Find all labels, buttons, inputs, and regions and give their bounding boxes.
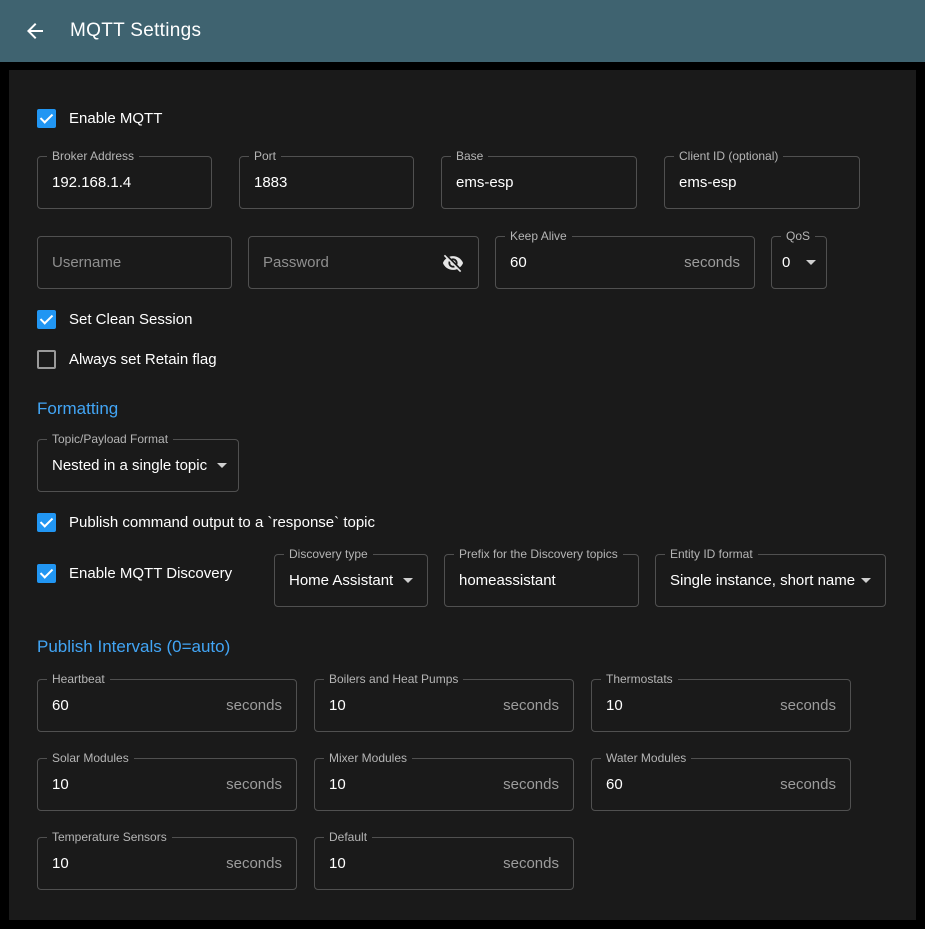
field-label: Heartbeat xyxy=(47,672,110,686)
field-placeholder: Password xyxy=(263,254,329,271)
interval-field-mixer[interactable]: Mixer Modules 10 seconds xyxy=(314,758,574,811)
page-title: MQTT Settings xyxy=(70,20,201,42)
checkbox-checked-icon xyxy=(37,310,56,329)
discovery-prefix-field[interactable]: Prefix for the Discovery topics homeassi… xyxy=(444,554,639,607)
client-id-field[interactable]: Client ID (optional) ems-esp xyxy=(664,156,860,209)
checkbox-label: Set Clean Session xyxy=(69,311,192,328)
interval-field-heartbeat[interactable]: Heartbeat 60 seconds xyxy=(37,679,297,732)
field-value: 10 xyxy=(329,776,346,793)
field-label: Client ID (optional) xyxy=(674,149,783,163)
field-value: 192.168.1.4 xyxy=(52,174,131,191)
dropdown-arrow-icon xyxy=(861,578,871,583)
interval-field-solar[interactable]: Solar Modules 10 seconds xyxy=(37,758,297,811)
field-label: Broker Address xyxy=(47,149,139,163)
visibility-off-icon[interactable] xyxy=(442,252,464,274)
topic-payload-format-select[interactable]: Topic/Payload Format Nested in a single … xyxy=(37,439,239,492)
checkbox-checked-icon xyxy=(37,564,56,583)
field-suffix: seconds xyxy=(780,776,836,793)
field-label: Boilers and Heat Pumps xyxy=(324,672,463,686)
field-label: Water Modules xyxy=(601,751,691,765)
field-suffix: seconds xyxy=(503,697,559,714)
field-suffix: seconds xyxy=(503,776,559,793)
field-placeholder: Username xyxy=(52,254,121,271)
app-bar: MQTT Settings xyxy=(0,0,925,62)
checkbox-label: Enable MQTT Discovery xyxy=(69,565,232,582)
field-label: Temperature Sensors xyxy=(47,830,172,844)
field-value: 10 xyxy=(52,776,69,793)
formatting-heading: Formatting xyxy=(37,399,888,421)
interval-field-temperature[interactable]: Temperature Sensors 10 seconds xyxy=(37,837,297,890)
field-value: 60 xyxy=(606,776,623,793)
select-value: Single instance, short name xyxy=(670,572,855,589)
field-value: 60 xyxy=(52,697,69,714)
select-value: 0 xyxy=(782,254,790,271)
password-field[interactable]: Password xyxy=(248,236,479,289)
broker-address-field[interactable]: Broker Address 192.168.1.4 xyxy=(37,156,212,209)
interval-field-default[interactable]: Default 10 seconds xyxy=(314,837,574,890)
field-value: 10 xyxy=(329,697,346,714)
field-label: Port xyxy=(249,149,281,163)
checkbox-checked-icon xyxy=(37,513,56,532)
field-value: ems-esp xyxy=(456,174,514,191)
field-value: 10 xyxy=(606,697,623,714)
username-field[interactable]: Username xyxy=(37,236,232,289)
back-arrow-icon xyxy=(23,19,47,43)
checkbox-label: Publish command output to a `response` t… xyxy=(69,514,375,531)
field-label: Discovery type xyxy=(284,547,373,561)
checkbox-unchecked-icon xyxy=(37,350,56,369)
field-suffix: seconds xyxy=(226,697,282,714)
select-value: Home Assistant xyxy=(289,572,393,589)
publish-response-checkbox[interactable]: Publish command output to a `response` t… xyxy=(37,510,888,534)
port-field[interactable]: Port 1883 xyxy=(239,156,414,209)
field-label: Keep Alive xyxy=(505,229,572,243)
field-suffix: seconds xyxy=(503,855,559,872)
field-suffix: seconds xyxy=(684,254,740,271)
keep-alive-field[interactable]: Keep Alive 60 seconds xyxy=(495,236,755,289)
field-suffix: seconds xyxy=(780,697,836,714)
dropdown-arrow-icon xyxy=(403,578,413,583)
field-label: Thermostats xyxy=(601,672,678,686)
qos-select[interactable]: QoS 0 xyxy=(771,236,827,289)
field-label: Default xyxy=(324,830,372,844)
clean-session-checkbox[interactable]: Set Clean Session xyxy=(37,307,888,331)
entity-id-format-select[interactable]: Entity ID format Single instance, short … xyxy=(655,554,886,607)
back-button[interactable] xyxy=(14,10,56,52)
checkbox-label: Enable MQTT xyxy=(69,110,162,127)
field-label: Mixer Modules xyxy=(324,751,412,765)
intervals-grid: Heartbeat 60 seconds Boilers and Heat Pu… xyxy=(37,679,888,890)
field-label: Base xyxy=(451,149,488,163)
field-value: 10 xyxy=(52,855,69,872)
select-value: Nested in a single topic xyxy=(52,457,207,474)
interval-field-thermostats[interactable]: Thermostats 10 seconds xyxy=(591,679,851,732)
dropdown-arrow-icon xyxy=(806,260,816,265)
base-field[interactable]: Base ems-esp xyxy=(441,156,637,209)
field-label: Topic/Payload Format xyxy=(47,432,173,446)
retain-flag-checkbox[interactable]: Always set Retain flag xyxy=(37,347,888,371)
field-label: Entity ID format xyxy=(665,547,758,561)
field-suffix: seconds xyxy=(226,776,282,793)
dropdown-arrow-icon xyxy=(217,463,227,468)
field-label: Solar Modules xyxy=(47,751,134,765)
settings-panel: Enable MQTT Broker Address 192.168.1.4 P… xyxy=(9,70,916,920)
interval-field-water[interactable]: Water Modules 60 seconds xyxy=(591,758,851,811)
enable-mqtt-checkbox[interactable]: Enable MQTT xyxy=(37,106,888,130)
publish-intervals-heading: Publish Intervals (0=auto) xyxy=(37,637,888,659)
field-suffix: seconds xyxy=(226,855,282,872)
field-value: 10 xyxy=(329,855,346,872)
field-value: 60 xyxy=(510,254,527,271)
enable-discovery-checkbox[interactable]: Enable MQTT Discovery xyxy=(37,554,258,578)
field-value: 1883 xyxy=(254,174,287,191)
field-value: ems-esp xyxy=(679,174,737,191)
checkbox-checked-icon xyxy=(37,109,56,128)
field-label: Prefix for the Discovery topics xyxy=(454,547,623,561)
field-value: homeassistant xyxy=(459,572,556,589)
interval-field-boilers[interactable]: Boilers and Heat Pumps 10 seconds xyxy=(314,679,574,732)
checkbox-label: Always set Retain flag xyxy=(69,351,217,368)
field-label: QoS xyxy=(781,229,815,243)
discovery-type-select[interactable]: Discovery type Home Assistant xyxy=(274,554,428,607)
